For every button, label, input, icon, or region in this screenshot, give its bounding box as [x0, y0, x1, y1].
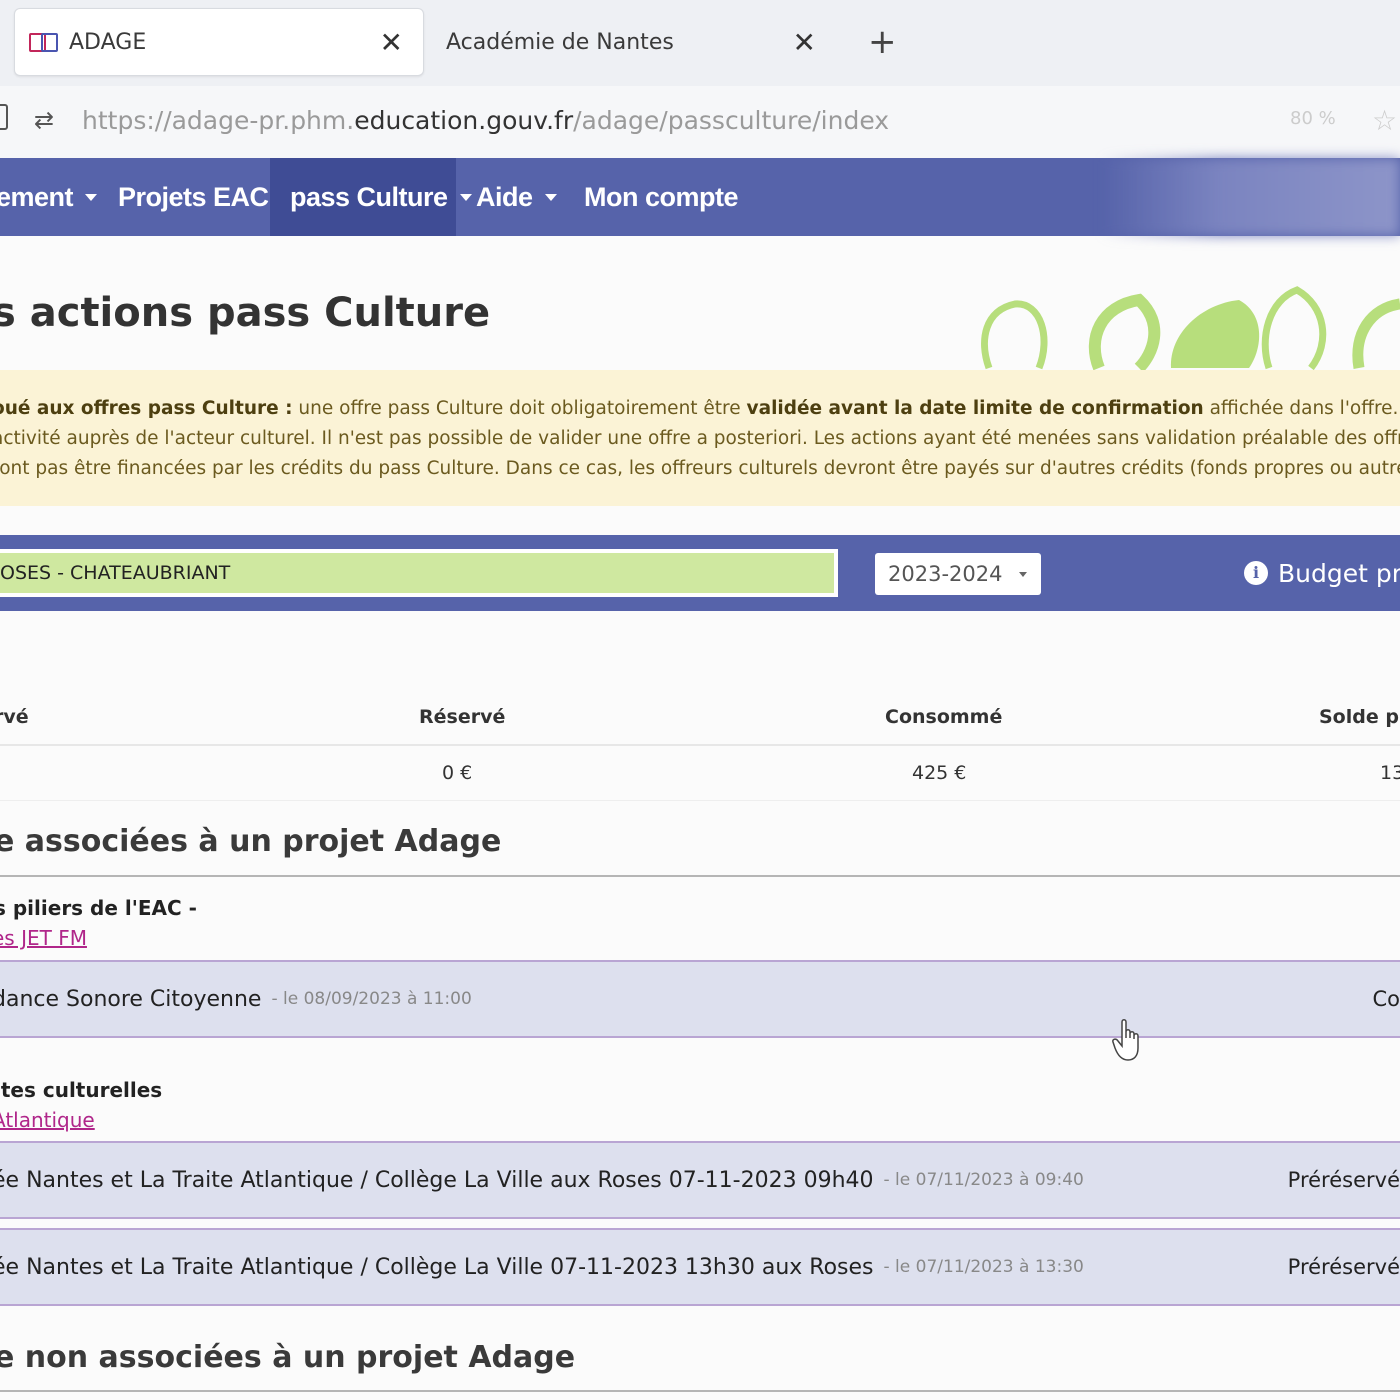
plus-icon[interactable]: +: [868, 22, 897, 62]
info-icon: i: [1244, 561, 1268, 585]
zoom-indicator[interactable]: 80 %: [1290, 108, 1336, 129]
nav-item-aide[interactable]: Aide: [462, 158, 571, 236]
year-select[interactable]: 2023-2024: [875, 553, 1041, 595]
warning-bold: oué aux offres pass Culture :: [0, 398, 293, 419]
tab-adage[interactable]: ADAGE ✕: [14, 8, 424, 76]
summary-header-solde: Solde pr: [1319, 706, 1400, 728]
decorative-leaves: [981, 286, 1400, 370]
warning-text: une offre pass Culture doit obligatoirem…: [292, 398, 747, 419]
offer-name: dance Sonore Citoyenne: [0, 986, 262, 1012]
offer-date: - le 07/11/2023 à 13:30: [883, 1257, 1084, 1277]
favorite-icon[interactable]: ☆: [1372, 104, 1397, 137]
offer-status: Préréservé: [1287, 1168, 1400, 1192]
url-field[interactable]: https://adage-pr.phm.education.gouv.fr/a…: [82, 106, 889, 135]
close-icon[interactable]: ✕: [380, 26, 403, 59]
browser-tab-bar: ADAGE ✕ Académie de Nantes ✕ +: [0, 0, 1400, 86]
budget-label: Budget pré: [1278, 558, 1400, 588]
caret-down-icon: [1019, 572, 1027, 577]
warning-line-3: ront pas être financées par les crédits …: [0, 458, 1400, 479]
offer-name: ée Nantes et La Traite Atlantique / Coll…: [0, 1254, 874, 1280]
summary-value-consomme: 425 €: [912, 762, 967, 784]
url-host: education.gouv.fr: [354, 106, 574, 135]
offer-status: Co: [1372, 987, 1400, 1011]
warning-line-1: oué aux offres pass Culture : une offre …: [0, 394, 1400, 424]
offer-row[interactable]: ée Nantes et La Traite Atlantique / Coll…: [0, 1228, 1400, 1306]
site-settings-icon[interactable]: ⇄: [34, 106, 54, 134]
group-link[interactable]: es JET FM: [0, 926, 87, 950]
summary-value-solde: 13: [1380, 762, 1400, 784]
summary-value-reserve: 0 €: [442, 762, 473, 784]
filter-bar: OSES - CHATEAUBRIANT 2023-2024 i Budget …: [0, 535, 1400, 611]
summary-divider: [0, 744, 1400, 746]
warning-line-2: activité auprès de l'acteur culturel. Il…: [0, 428, 1400, 449]
warning-text: affichée dans l'offre. Cette ét: [1209, 398, 1400, 419]
offer-date: - le 07/11/2023 à 09:40: [883, 1170, 1084, 1190]
nav-item-pass-culture[interactable]: pass Culture: [270, 158, 472, 236]
close-icon[interactable]: ✕: [793, 26, 816, 59]
offer-row[interactable]: ée Nantes et La Traite Atlantique / Coll…: [0, 1141, 1400, 1219]
warning-bold: validée avant la date limite de confirma…: [746, 398, 1204, 419]
section-title-associated: e associées à un projet Adage: [0, 824, 502, 859]
nav-label: ement: [0, 181, 74, 212]
tab-label: Académie de Nantes: [446, 29, 674, 55]
offer-name: ée Nantes et La Traite Atlantique / Coll…: [0, 1167, 874, 1193]
nav-label: pass Culture: [290, 181, 448, 212]
url-prefix: https://adage-pr.phm.: [82, 106, 355, 135]
summary-divider: [0, 800, 1400, 801]
nav-label: Aide: [476, 181, 533, 212]
site-nav: ement Projets EAC pass Culture Aide Mon …: [0, 158, 1400, 236]
lock-icon[interactable]: [0, 104, 8, 130]
group-title: s piliers de l'EAC -: [0, 896, 197, 920]
summary-header-reserve: Réservé: [419, 706, 506, 728]
nav-item-etablissement[interactable]: ement: [0, 158, 111, 236]
caret-down-icon: [544, 193, 557, 201]
address-bar: ⇄ https://adage-pr.phm.education.gouv.fr…: [0, 86, 1400, 158]
section-divider: [0, 1390, 1400, 1392]
hand-cursor-icon: [1112, 1019, 1139, 1061]
summary-header-prereserve: rvé: [0, 706, 29, 728]
offer-status: Préréservé: [1287, 1255, 1400, 1279]
url-path: /adage/passculture/index: [573, 106, 890, 135]
group-link[interactable]: Atlantique: [0, 1108, 95, 1132]
nav-item-mon-compte[interactable]: Mon compte: [570, 158, 752, 236]
offer-date: - le 08/09/2023 à 11:00: [271, 989, 472, 1009]
warning-banner: oué aux offres pass Culture : une offre …: [0, 370, 1400, 506]
adage-favicon-icon: [29, 31, 59, 53]
nav-label: Projets EAC: [118, 181, 269, 212]
caret-down-icon: [85, 193, 98, 201]
school-select[interactable]: OSES - CHATEAUBRIANT: [0, 549, 838, 597]
tab-academie-nantes[interactable]: Académie de Nantes ✕: [446, 8, 836, 76]
year-value: 2023-2024: [888, 562, 1003, 586]
summary-header-consomme: Consommé: [885, 706, 1003, 728]
tab-label: ADAGE: [69, 29, 147, 55]
nav-label: Mon compte: [584, 181, 739, 212]
section-title-non-associated: e non associées à un projet Adage: [0, 1340, 576, 1375]
school-value: OSES - CHATEAUBRIANT: [0, 553, 834, 593]
blurred-area: [1100, 158, 1400, 236]
group-title: ites culturelles: [0, 1078, 163, 1102]
offer-row[interactable]: dance Sonore Citoyenne - le 08/09/2023 à…: [0, 960, 1400, 1038]
budget-link[interactable]: i Budget pré: [1244, 535, 1400, 611]
section-divider: [0, 875, 1400, 877]
page-title: s actions pass Culture: [0, 290, 491, 336]
